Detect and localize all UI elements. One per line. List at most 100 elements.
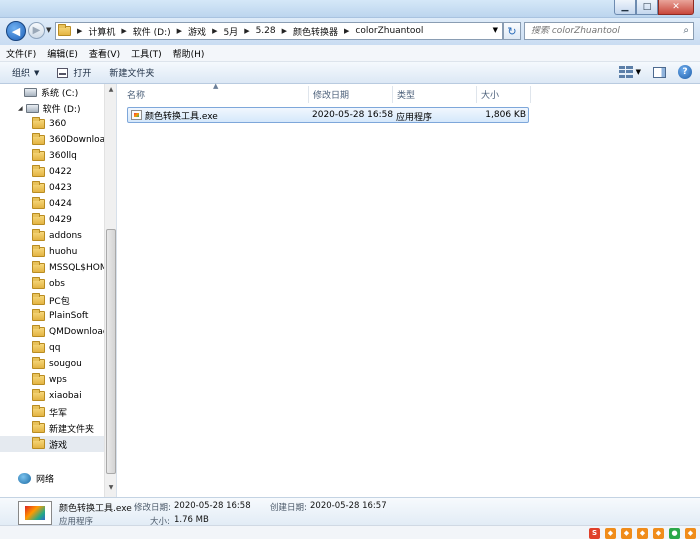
tree-item-folder[interactable]: PC包: [32, 292, 70, 308]
recent-pages-dropdown[interactable]: ▼: [46, 26, 51, 34]
folder-icon: [32, 261, 45, 273]
tray-app-icon[interactable]: ◆: [637, 527, 648, 539]
menu-bar: 文件(F) 编辑(E) 查看(V) 工具(T) 帮助(H): [0, 45, 700, 62]
tray-shield-icon[interactable]: ●: [669, 527, 680, 539]
tree-item-network[interactable]: 网络: [18, 470, 54, 486]
search-icon[interactable]: ⌕: [683, 25, 689, 36]
view-options-icon[interactable]: [618, 66, 633, 78]
folder-icon: [32, 405, 45, 417]
tray-app-icon[interactable]: ◆: [605, 527, 616, 539]
tree-item-label: 华军: [49, 408, 68, 419]
breadcrumb-games[interactable]: 游戏: [188, 25, 206, 38]
network-icon: [18, 472, 31, 484]
folder-icon: [32, 245, 45, 257]
organize-button[interactable]: 组织 ▼: [12, 66, 39, 80]
tree-item-label: 系统 (C:): [41, 88, 79, 99]
tree-item-folder[interactable]: 360: [32, 116, 66, 132]
search-box[interactable]: ⌕: [524, 22, 694, 40]
breadcrumb-computer[interactable]: 计算机: [88, 25, 115, 38]
tree-item-folder[interactable]: 0424: [32, 196, 72, 212]
menu-edit[interactable]: 编辑(E): [47, 47, 78, 60]
menu-tools[interactable]: 工具(T): [131, 47, 162, 60]
address-bar[interactable]: ▶ 计算机 ▶ 软件 (D:) ▶ 游戏 ▶ 5月 ▶ 5.28 ▶ 颜色转换器…: [55, 22, 503, 40]
maximize-button[interactable]: □: [636, 0, 658, 15]
chevron-right-icon[interactable]: ▶: [282, 27, 287, 35]
breadcrumb-drive-d[interactable]: 软件 (D:): [133, 25, 171, 38]
folder-icon: [32, 181, 45, 193]
address-dropdown-icon[interactable]: ▼: [493, 26, 498, 34]
chevron-right-icon[interactable]: ▶: [244, 27, 249, 35]
new-folder-button[interactable]: 新建文件夹: [109, 66, 154, 79]
tree-item-folder[interactable]: sougou: [32, 356, 82, 372]
back-button[interactable]: ◀: [6, 21, 26, 41]
file-modified: 2020-05-28 16:58: [312, 110, 394, 120]
tree-item-folder[interactable]: 0423: [32, 180, 72, 196]
menu-help[interactable]: 帮助(H): [173, 47, 205, 60]
folder-icon: [32, 421, 45, 433]
tree-item-drive-d[interactable]: ◢ 软件 (D:): [18, 100, 80, 116]
preview-pane-icon[interactable]: [653, 66, 666, 78]
chevron-right-icon[interactable]: ▶: [77, 27, 82, 35]
search-input[interactable]: [531, 26, 671, 36]
open-button[interactable]: 打开: [57, 66, 91, 79]
tree-item-drive-c[interactable]: 系统 (C:): [24, 84, 78, 100]
tree-item-folder[interactable]: wps: [32, 372, 67, 388]
tree-item-label: 0424: [49, 199, 72, 209]
chevron-right-icon[interactable]: ▶: [212, 27, 217, 35]
tree-item-folder[interactable]: qq: [32, 340, 60, 356]
breadcrumb-color-converter[interactable]: 颜色转换器: [293, 25, 338, 38]
tree-item-label: 游戏: [49, 440, 68, 451]
tree-item-label: 360: [49, 119, 67, 129]
column-type-label: 类型: [397, 91, 416, 101]
view-dropdown-icon[interactable]: ▼: [636, 68, 641, 76]
tree-item-folder[interactable]: 0429: [32, 212, 72, 228]
column-header-size[interactable]: 大小: [477, 86, 531, 103]
column-header-name[interactable]: 名称: [123, 86, 309, 103]
scroll-thumb[interactable]: [106, 229, 116, 474]
breadcrumb-may[interactable]: 5月: [223, 25, 238, 38]
tree-item-folder[interactable]: 华军: [32, 404, 67, 420]
tree-item-folder[interactable]: 360llq: [32, 148, 77, 164]
tray-app-icon[interactable]: ◆: [621, 527, 632, 539]
tree-item-folder[interactable]: 0422: [32, 164, 72, 180]
expand-arrow-icon[interactable]: ◢: [18, 105, 23, 112]
nav-scrollbar[interactable]: ▲ ▼: [104, 84, 116, 497]
tree-item-folder[interactable]: huohu: [32, 244, 77, 260]
tree-item-label: 0422: [49, 167, 72, 177]
file-type: 应用程序: [396, 113, 433, 123]
refresh-button[interactable]: ↻: [503, 22, 521, 40]
help-icon[interactable]: ?: [678, 65, 692, 79]
tree-item-label: huohu: [49, 247, 78, 257]
column-modified-label: 修改日期: [313, 91, 350, 101]
tree-item-label: 网络: [36, 474, 55, 485]
tree-item-folder[interactable]: QMDownload: [32, 324, 109, 340]
tree-item-folder[interactable]: xiaobai: [32, 388, 82, 404]
menu-view[interactable]: 查看(V): [89, 47, 120, 60]
column-header-modified[interactable]: 修改日期: [309, 86, 393, 103]
scroll-up-icon[interactable]: ▲: [106, 86, 116, 96]
sogou-input-icon[interactable]: S: [589, 527, 600, 539]
tree-item-folder[interactable]: obs: [32, 276, 65, 292]
file-row[interactable]: 颜色转换工具.exe 2020-05-28 16:58 应用程序 1,806 K…: [127, 107, 529, 123]
forward-arrow-icon: ▶: [32, 25, 41, 36]
tree-item-folder[interactable]: PlainSoft: [32, 308, 88, 324]
minimize-button[interactable]: ▁: [614, 0, 636, 15]
chevron-right-icon[interactable]: ▶: [121, 27, 126, 35]
folder-icon: [32, 149, 45, 161]
chevron-right-icon[interactable]: ▶: [177, 27, 182, 35]
details-modified-label: 修改日期:: [134, 503, 171, 513]
column-header-type[interactable]: 类型: [393, 86, 477, 103]
tray-app-icon[interactable]: ◆: [685, 527, 696, 539]
navigation-pane: 系统 (C:) ◢ 软件 (D:) 360 360Downloads 360llq 0…: [0, 84, 117, 497]
forward-button[interactable]: ▶: [28, 22, 45, 39]
tray-app-icon[interactable]: ◆: [653, 527, 664, 539]
tree-item-folder[interactable]: addons: [32, 228, 82, 244]
tree-item-folder[interactable]: 新建文件夹: [32, 420, 94, 436]
scroll-down-icon[interactable]: ▼: [106, 484, 116, 494]
chevron-right-icon[interactable]: ▶: [344, 27, 349, 35]
close-button[interactable]: ✕: [658, 0, 694, 15]
tree-item-folder[interactable]: 游戏: [0, 436, 104, 452]
breadcrumb-colorzhuantool[interactable]: colorZhuantool: [355, 26, 423, 36]
menu-file[interactable]: 文件(F): [6, 47, 36, 60]
breadcrumb-5-28[interactable]: 5.28: [256, 26, 276, 36]
